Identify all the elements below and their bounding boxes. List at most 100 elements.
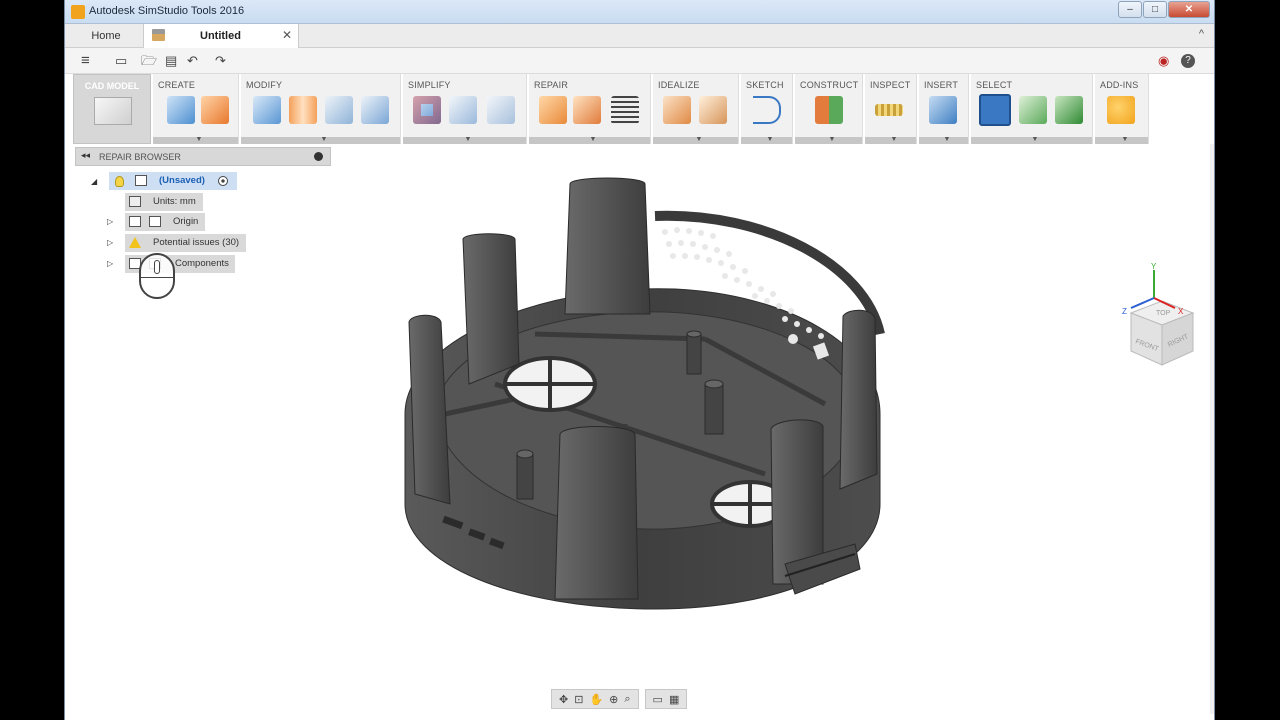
group-inspect[interactable]: INSPECT ▼ bbox=[865, 74, 917, 144]
shell-icon[interactable] bbox=[289, 96, 317, 124]
sketch-icon[interactable] bbox=[753, 96, 781, 124]
cad-model[interactable] bbox=[65, 144, 1215, 720]
remove-features-icon[interactable] bbox=[413, 96, 441, 124]
fit-icon[interactable]: ⌕ bbox=[624, 693, 630, 706]
mouse-cursor-icon bbox=[139, 253, 175, 299]
look-at-icon[interactable]: ⊡ bbox=[574, 693, 583, 706]
select-face-icon[interactable] bbox=[1019, 96, 1047, 124]
warning-icon bbox=[129, 237, 141, 248]
components-label: Components bbox=[175, 258, 229, 269]
box-icon[interactable] bbox=[167, 96, 195, 124]
select-icon[interactable] bbox=[979, 94, 1011, 126]
insert-icon[interactable] bbox=[929, 96, 957, 124]
axis-x-label: X bbox=[1178, 307, 1184, 316]
chamfer-icon[interactable] bbox=[361, 96, 389, 124]
expand-origin-icon[interactable]: ▷ bbox=[107, 217, 113, 226]
tab-untitled[interactable]: Untitled ✕ bbox=[143, 24, 299, 48]
ribbon: CAD MODEL CREATE ▼ MODIFY ▼ SIMPLIFY ▼ R… bbox=[73, 74, 1151, 144]
maximize-button[interactable]: □ bbox=[1143, 1, 1167, 18]
window-title: Autodesk SimStudio Tools 2016 bbox=[89, 5, 245, 17]
axis-z-label: Z bbox=[1122, 307, 1127, 316]
fillet-icon[interactable] bbox=[325, 96, 353, 124]
measure-icon[interactable] bbox=[875, 104, 903, 116]
axis-triad: Y X Z bbox=[1122, 262, 1184, 316]
midsurface-icon[interactable] bbox=[663, 96, 691, 124]
add-ins-icon[interactable] bbox=[1107, 96, 1135, 124]
save-icon[interactable]: ▤ bbox=[165, 53, 177, 69]
navigation-bar: ✥ ⊡ ✋ ⊕ ⌕ ▭ ▦ bbox=[551, 689, 729, 711]
group-label: INSPECT bbox=[870, 80, 911, 90]
group-label: ADD-INS bbox=[1100, 80, 1139, 90]
group-select[interactable]: SELECT ▼ bbox=[971, 74, 1093, 144]
record-icon[interactable]: ◉ bbox=[1158, 53, 1169, 69]
lightbulb-icon[interactable] bbox=[115, 176, 124, 187]
minimize-button[interactable]: – bbox=[1118, 1, 1142, 18]
group-simplify[interactable]: SIMPLIFY ▼ bbox=[403, 74, 527, 144]
extrude-icon[interactable] bbox=[201, 96, 229, 124]
group-construct[interactable]: CONSTRUCT ▼ bbox=[795, 74, 863, 144]
cad-model-icon bbox=[94, 97, 132, 125]
pan-icon[interactable]: ✋ bbox=[589, 693, 603, 706]
component-icon bbox=[135, 175, 147, 186]
browser-root-node[interactable]: (Unsaved) bbox=[109, 172, 237, 190]
tab-close-icon[interactable]: ✕ bbox=[282, 28, 292, 42]
workspace-switcher[interactable]: CAD MODEL bbox=[73, 74, 151, 144]
tab-bar: Home Untitled ✕ ^ bbox=[65, 24, 1214, 48]
dropdown-icon: ▼ bbox=[195, 136, 203, 143]
dropdown-icon: ▼ bbox=[1031, 136, 1039, 143]
browser-title: REPAIR BROWSER bbox=[99, 152, 181, 162]
orbit-icon[interactable]: ✥ bbox=[559, 693, 568, 706]
group-create[interactable]: CREATE ▼ bbox=[153, 74, 239, 144]
group-modify[interactable]: MODIFY ▼ bbox=[241, 74, 401, 144]
folder-icon bbox=[149, 216, 161, 227]
open-file-icon[interactable]: 🗁 bbox=[141, 53, 157, 69]
display-settings-icon[interactable]: ▭ bbox=[653, 693, 663, 706]
quick-access-toolbar: ≡ ▭ 🗁 ▤ ↶ ↷ ◉ ? bbox=[65, 48, 1214, 74]
group-repair[interactable]: REPAIR ▼ bbox=[529, 74, 651, 144]
pin-icon[interactable] bbox=[314, 152, 323, 161]
group-label: INSERT bbox=[924, 80, 959, 90]
close-window-button[interactable]: ✕ bbox=[1168, 1, 1210, 18]
group-label: SIMPLIFY bbox=[408, 80, 451, 90]
plane-icon[interactable] bbox=[815, 96, 843, 124]
new-file-icon[interactable]: ▭ bbox=[115, 53, 127, 69]
group-add-ins[interactable]: ADD-INS ▼ bbox=[1095, 74, 1149, 144]
zoom-icon[interactable]: ⊕ bbox=[609, 693, 618, 706]
remove-details-icon[interactable] bbox=[449, 96, 477, 124]
delete-body-icon[interactable] bbox=[487, 96, 515, 124]
tab-label: Untitled bbox=[200, 30, 241, 42]
repair-browser-header[interactable]: ◂◂ REPAIR BROWSER bbox=[75, 147, 331, 166]
group-label: SELECT bbox=[976, 80, 1013, 90]
select-body-icon[interactable] bbox=[1055, 96, 1083, 124]
dropdown-icon: ▼ bbox=[890, 136, 898, 143]
expand-components-icon[interactable]: ▷ bbox=[107, 259, 113, 268]
units-node[interactable]: Units: mm bbox=[125, 193, 203, 211]
app-logo-icon bbox=[71, 5, 85, 19]
thicken-icon[interactable] bbox=[699, 96, 727, 124]
undo-icon[interactable]: ↶ bbox=[187, 53, 198, 69]
grid-settings-icon[interactable]: ▦ bbox=[669, 693, 679, 706]
issues-node[interactable]: Potential issues (30) bbox=[125, 234, 246, 252]
workspace-label: CAD MODEL bbox=[84, 81, 140, 91]
tab-home[interactable]: Home bbox=[73, 24, 139, 48]
help-icon[interactable]: ? bbox=[1181, 54, 1195, 68]
redo-icon[interactable]: ↷ bbox=[215, 53, 226, 69]
group-idealize[interactable]: IDEALIZE ▼ bbox=[653, 74, 739, 144]
stitch-icon[interactable] bbox=[539, 96, 567, 124]
repair-surfaces-icon[interactable] bbox=[573, 96, 601, 124]
visibility-icon[interactable] bbox=[129, 216, 141, 227]
expand-issues-icon[interactable]: ▷ bbox=[107, 238, 113, 247]
dropdown-icon: ▼ bbox=[320, 136, 328, 143]
expand-root-icon[interactable]: ◢ bbox=[91, 177, 97, 186]
collapse-ribbon-icon[interactable]: ^ bbox=[1199, 28, 1204, 40]
issues-list-icon[interactable] bbox=[611, 96, 639, 124]
press-pull-icon[interactable] bbox=[253, 96, 281, 124]
origin-node[interactable]: Origin bbox=[125, 213, 205, 231]
group-insert[interactable]: INSERT ▼ bbox=[919, 74, 969, 144]
dropdown-icon: ▼ bbox=[1121, 136, 1129, 143]
collapse-browser-icon[interactable]: ◂◂ bbox=[81, 150, 90, 161]
menu-icon[interactable]: ≡ bbox=[81, 53, 90, 69]
viewport-canvas[interactable]: TOP FRONT RIGHT Y X Z bbox=[65, 144, 1215, 720]
group-sketch[interactable]: SKETCH ▼ bbox=[741, 74, 793, 144]
activate-radio-icon[interactable] bbox=[218, 176, 228, 186]
